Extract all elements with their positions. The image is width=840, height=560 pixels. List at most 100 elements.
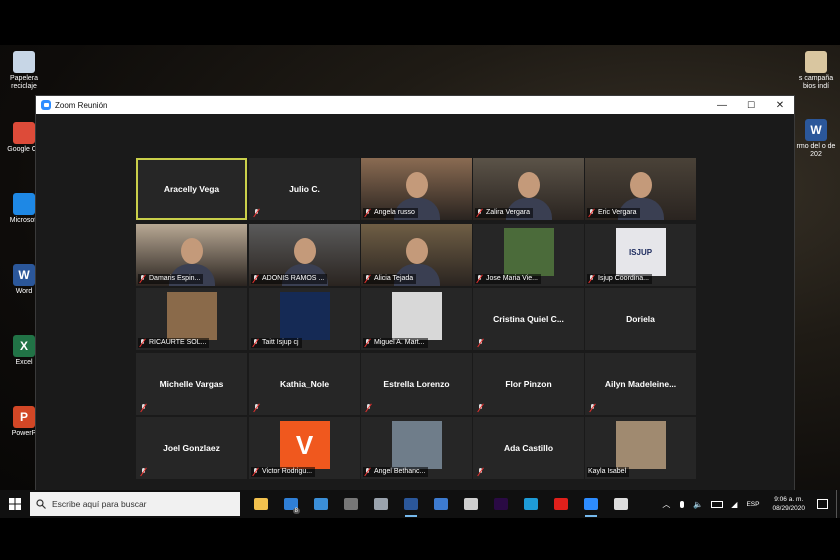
- profile-picture-text: V: [295, 429, 314, 460]
- app-icon: [13, 122, 35, 144]
- participant-tile[interactable]: Estrella Lorenzo: [361, 353, 472, 415]
- mic-muted-icon: [588, 209, 595, 217]
- taskbar-security-button[interactable]: [456, 490, 486, 518]
- participant-tile[interactable]: V Victor Rodrigu...: [249, 417, 360, 479]
- participant-tile[interactable]: Ailyn Madeleine...: [585, 353, 696, 415]
- show-desktop-button[interactable]: [836, 490, 840, 518]
- title-bar[interactable]: Zoom Reunión — ☐ ✕: [36, 96, 794, 114]
- participant-tile[interactable]: Michelle Vargas: [136, 353, 247, 415]
- zoom-meeting-window[interactable]: Zoom Reunión — ☐ ✕ Aracelly Vega Julio C.…: [35, 95, 795, 517]
- desktop-icon[interactable]: Wrmo del o de 202: [796, 119, 836, 159]
- speed-icon: [374, 498, 388, 510]
- participant-tile[interactable]: Flor Pinzon: [473, 353, 584, 415]
- participant-name-label: Zalira Vergara: [475, 208, 533, 218]
- participant-tile[interactable]: Julio C.: [249, 158, 360, 220]
- participant-tile[interactable]: ISJUP Isjup Coordina...: [585, 224, 696, 286]
- opera-icon: [554, 498, 568, 510]
- participant-name: Julio C.: [289, 184, 320, 194]
- participant-tile[interactable]: Miguel A. Mart...: [361, 288, 472, 350]
- participant-name-label: Victor Rodrigu...: [251, 467, 316, 477]
- taskbar-file-explorer-button[interactable]: [246, 490, 276, 518]
- word-icon: [404, 498, 418, 510]
- mic-muted-icon: [253, 209, 260, 217]
- taskbar-thunderbird-button[interactable]: [426, 490, 456, 518]
- minimize-button[interactable]: —: [708, 96, 736, 114]
- desktop-icon[interactable]: s campaña bios indí: [796, 51, 836, 91]
- participant-tile[interactable]: Doriela: [585, 288, 696, 350]
- participant-name: RICAURTE SOL...: [149, 339, 207, 346]
- notifications-icon[interactable]: [817, 499, 828, 509]
- participant-name: Victor Rodrigu...: [262, 468, 313, 475]
- participant-name-label: Isjup Coordina...: [587, 274, 652, 284]
- profile-picture-text: ISJUP: [628, 247, 653, 257]
- language-indicator[interactable]: ESP: [746, 501, 759, 508]
- participant-name: Alicia Tejada: [374, 275, 414, 282]
- start-button[interactable]: [0, 490, 30, 518]
- participant-name-label: Damaris Espin...: [138, 274, 204, 284]
- participant-tile[interactable]: Cristina Quiel C...: [473, 288, 584, 350]
- search-icon: [36, 499, 46, 509]
- chevron-up-icon[interactable]: ︿: [662, 499, 670, 510]
- clock-time: 9:06 a. m.: [774, 496, 804, 503]
- taskbar-premiere-button[interactable]: [486, 490, 516, 518]
- speaker-icon[interactable]: 🔈: [693, 500, 703, 509]
- participant-profile-picture: [615, 421, 666, 469]
- premiere-icon: [494, 498, 508, 510]
- zoom-logo-icon: [41, 100, 51, 110]
- participant-tile[interactable]: Eric Vergara: [585, 158, 696, 220]
- participant-name: Doriela: [626, 314, 655, 324]
- mic-muted-icon: [252, 339, 259, 347]
- taskbar-photos-button[interactable]: [306, 490, 336, 518]
- participant-tile[interactable]: Alicia Tejada: [361, 224, 472, 286]
- participant-profile-picture: V: [279, 421, 330, 469]
- person-silhouette: [517, 172, 540, 198]
- participant-tile[interactable]: Jose Maria Vie...: [473, 224, 584, 286]
- participant-tile[interactable]: ADONIS RAMOS ...: [249, 224, 360, 286]
- participant-tile[interactable]: Damaris Espin...: [136, 224, 247, 286]
- desktop-icon[interactable]: Papelera reciclaje: [4, 51, 44, 91]
- clock[interactable]: 9:06 a. m. 08/29/2020: [772, 495, 805, 513]
- participant-tile[interactable]: Angel Bethanc...: [361, 417, 472, 479]
- participant-name: Miguel A. Mart...: [374, 339, 425, 346]
- taskbar-zoom-button[interactable]: [576, 490, 606, 518]
- taskbar: Escribe aquí para buscar 8 ︿ 🔈 ◢ ESP 9:0…: [0, 490, 840, 518]
- participant-name-label: Alicia Tejada: [363, 274, 417, 284]
- participant-tile[interactable]: Joel Gonzlaez: [136, 417, 247, 479]
- participant-name: Taitt Isjup cj: [262, 339, 299, 346]
- mic-muted-icon: [364, 275, 371, 283]
- microphone-icon[interactable]: [680, 500, 685, 508]
- mic-muted-icon: [364, 468, 371, 476]
- participant-name-label: RICAURTE SOL...: [138, 338, 210, 348]
- network-icon[interactable]: ◢: [731, 500, 737, 509]
- mic-muted-icon: [252, 468, 259, 476]
- participant-tile[interactable]: Zalira Vergara: [473, 158, 584, 220]
- battery-icon[interactable]: [711, 500, 724, 508]
- taskbar-camera-button[interactable]: [336, 490, 366, 518]
- mic-muted-icon: [365, 404, 372, 412]
- participant-tile[interactable]: Ada Castillo: [473, 417, 584, 479]
- maximize-button[interactable]: ☐: [737, 96, 765, 114]
- participant-tile[interactable]: Angela russo: [361, 158, 472, 220]
- app-icon: W: [805, 119, 827, 141]
- taskbar-mail-button[interactable]: 8: [276, 490, 306, 518]
- mic-muted-icon: [477, 468, 484, 476]
- taskbar-word-button[interactable]: [396, 490, 426, 518]
- participant-tile[interactable]: Kayla Isabel: [585, 417, 696, 479]
- app-icon: X: [13, 335, 35, 357]
- taskbar-edge-button[interactable]: [516, 490, 546, 518]
- participant-tile[interactable]: Taitt Isjup cj: [249, 288, 360, 350]
- participant-tile[interactable]: Aracelly Vega: [136, 158, 247, 220]
- thunderbird-icon: [434, 498, 448, 510]
- taskbar-opera-button[interactable]: [546, 490, 576, 518]
- participant-name: Damaris Espin...: [149, 275, 201, 282]
- participant-tile[interactable]: RICAURTE SOL...: [136, 288, 247, 350]
- desktop-icon-label: s campaña bios indí: [798, 75, 834, 90]
- taskbar-settings-button[interactable]: [606, 490, 636, 518]
- mic-muted-icon: [364, 339, 371, 347]
- participant-tile[interactable]: Kathia_Nole: [249, 353, 360, 415]
- taskbar-search-box[interactable]: Escribe aquí para buscar: [30, 492, 240, 516]
- participant-name: Jose Maria Vie...: [486, 275, 539, 282]
- taskbar-speed-button[interactable]: [366, 490, 396, 518]
- participant-name-label: Angela russo: [363, 208, 418, 218]
- close-button[interactable]: ✕: [766, 96, 794, 114]
